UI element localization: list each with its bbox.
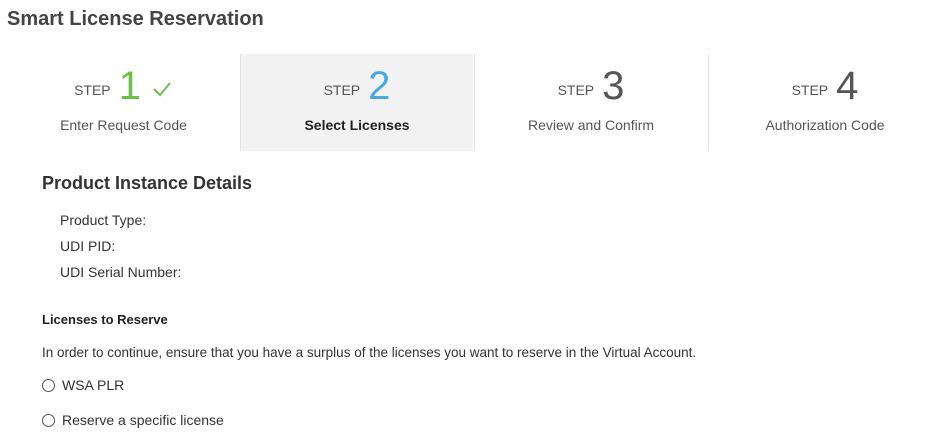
option-label: Reserve a specific license xyxy=(62,412,224,428)
radio-button[interactable] xyxy=(42,413,55,427)
option-label: WSA PLR xyxy=(62,377,125,393)
license-reservation-page: Smart License Reservation STEP 1 Enter R… xyxy=(0,0,934,434)
step-word: STEP xyxy=(791,82,829,98)
step-word: STEP xyxy=(323,82,361,98)
wsa-plr-option[interactable]: WSA PLR xyxy=(42,377,124,393)
page-title: Smart License Reservation xyxy=(7,8,264,30)
udi-pid-label: UDI PID: xyxy=(60,238,116,254)
product-type-label: Product Type: xyxy=(60,212,147,228)
licenses-info-text: In order to continue, ensure that you ha… xyxy=(42,345,697,360)
step-label: Authorization Code xyxy=(765,117,885,133)
step-label: Select Licenses xyxy=(304,117,410,133)
wizard-steps: STEP 1 Enter Request Code STEP 2 Select … xyxy=(7,54,934,151)
wizard-step-3[interactable]: STEP 3 Review and Confirm xyxy=(474,54,707,151)
check-icon xyxy=(153,82,171,97)
step-word: STEP xyxy=(74,82,111,98)
wizard-step-4[interactable]: STEP 4 Authorization Code xyxy=(708,54,934,151)
wizard-step-1[interactable]: STEP 1 Enter Request Code xyxy=(7,54,240,151)
step-word: STEP xyxy=(557,82,595,98)
wizard-step-2[interactable]: STEP 2 Select Licenses xyxy=(240,54,473,151)
step-number: 3 xyxy=(602,64,625,108)
udi-serial-label: UDI Serial Number: xyxy=(60,264,182,280)
step-label: Review and Confirm xyxy=(527,117,655,133)
step-number: 4 xyxy=(836,64,859,108)
product-details-heading: Product Instance Details xyxy=(42,173,253,193)
reserve-specific-license-option[interactable]: Reserve a specific license xyxy=(42,412,224,428)
radio-button[interactable] xyxy=(42,378,55,392)
step-number: 2 xyxy=(368,64,391,108)
step-label: Enter Request Code xyxy=(60,117,187,133)
licenses-heading: Licenses to Reserve xyxy=(42,312,168,327)
step-number: 1 xyxy=(118,64,141,108)
